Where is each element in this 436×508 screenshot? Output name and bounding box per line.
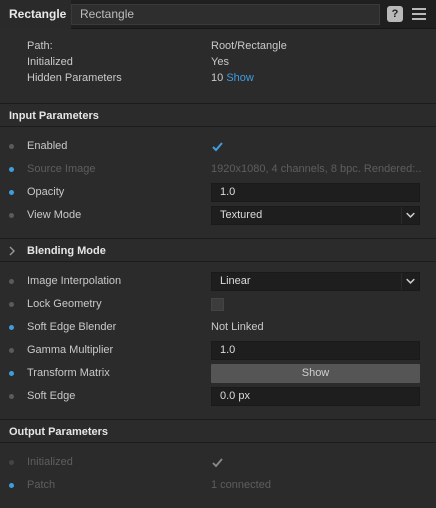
soft-edge-input[interactable]: 0.0 px [211, 387, 420, 406]
show-transform-button[interactable]: Show [211, 364, 420, 383]
section-title: Input Parameters [9, 110, 99, 122]
param-patch: Patch 1 connected [0, 474, 436, 497]
param-label: Soft Edge Blender [27, 321, 117, 333]
info-row-path: Path: Root/Rectangle [27, 40, 427, 56]
param-lock-geometry: Lock Geometry [0, 293, 436, 316]
port-dot[interactable] [9, 190, 14, 195]
info-row-hidden: Hidden Parameters 10 Show [27, 72, 427, 88]
interpolation-select[interactable]: Linear [211, 272, 420, 291]
section-title: Output Parameters [9, 426, 109, 438]
param-label: Source Image [27, 163, 96, 175]
hidden-count: 10 [211, 72, 224, 84]
info-row-initialized: Initialized Yes [27, 56, 427, 72]
param-label: Transform Matrix [27, 367, 110, 379]
param-enabled: Enabled [0, 135, 436, 158]
param-output-initialized: Initialized [0, 451, 436, 474]
chevron-down-icon[interactable] [401, 273, 419, 290]
hidden-parameters-label: Hidden Parameters [27, 72, 122, 84]
param-transform-matrix: Transform Matrix Show [0, 362, 436, 385]
select-value: Textured [220, 209, 263, 221]
param-label: Patch [27, 479, 56, 491]
port-dot[interactable] [9, 279, 14, 284]
gamma-input[interactable]: 1.0 [211, 341, 420, 360]
port-dot[interactable] [9, 371, 14, 376]
param-source-image: Source Image 1920x1080, 4 channels, 8 bp… [0, 158, 436, 181]
param-soft-edge-blender: Soft Edge Blender Not Linked [0, 316, 436, 339]
port-dot[interactable] [9, 302, 14, 307]
param-label: Lock Geometry [27, 298, 102, 310]
select-value: Linear [220, 275, 251, 287]
path-value: Root/Rectangle [211, 40, 287, 52]
port-dot[interactable] [9, 213, 14, 218]
param-soft-edge: Soft Edge 0.0 px [0, 385, 436, 408]
param-value: 1 connected [211, 479, 271, 491]
param-value: Not Linked [211, 321, 264, 333]
param-label: Enabled [27, 140, 68, 152]
help-icon[interactable]: ? [387, 6, 403, 22]
node-name-input[interactable]: Rectangle [71, 4, 380, 25]
checkmark-icon [212, 458, 223, 468]
view-mode-select[interactable]: Textured [211, 206, 420, 225]
param-value: 1920x1080, 4 channels, 8 bpc. Rendered:.… [211, 163, 421, 175]
param-label: Gamma Multiplier [27, 344, 114, 356]
port-dot[interactable] [9, 483, 14, 488]
param-opacity: Opacity 1.0 [0, 181, 436, 204]
node-info: Path: Root/Rectangle Initialized Yes Hid… [0, 30, 436, 102]
section-output-parameters[interactable]: Output Parameters [0, 419, 436, 443]
lock-geometry-checkbox[interactable] [211, 298, 224, 311]
port-dot[interactable] [9, 144, 14, 149]
param-image-interpolation: Image Interpolation Linear [0, 270, 436, 293]
port-dot[interactable] [9, 325, 14, 330]
section-title: Blending Mode [27, 245, 106, 257]
tab-rectangle[interactable]: Rectangle [0, 0, 71, 29]
port-dot[interactable] [9, 394, 14, 399]
hidden-parameters-value: 10 Show [211, 72, 254, 84]
opacity-input[interactable]: 1.0 [211, 183, 420, 202]
param-label: Soft Edge [27, 390, 76, 402]
initialized-value: Yes [211, 56, 229, 68]
chevron-down-icon[interactable] [401, 207, 419, 224]
param-label: Image Interpolation [27, 275, 122, 287]
checkmark-icon[interactable] [211, 140, 224, 153]
section-input-parameters[interactable]: Input Parameters [0, 103, 436, 127]
param-view-mode: View Mode Textured [0, 204, 436, 227]
port-dot[interactable] [9, 348, 14, 353]
section-blending-mode[interactable]: Blending Mode [0, 238, 436, 262]
port-dot[interactable] [9, 460, 14, 465]
path-label: Path: [27, 40, 53, 52]
param-gamma-multiplier: Gamma Multiplier 1.0 [0, 339, 436, 362]
initialized-label: Initialized [27, 56, 73, 68]
param-label: Initialized [27, 456, 73, 468]
show-hidden-link[interactable]: Show [226, 72, 254, 84]
port-dot[interactable] [9, 167, 14, 172]
chevron-right-icon[interactable] [8, 246, 16, 256]
param-label: Opacity [27, 186, 65, 198]
param-label: View Mode [27, 209, 82, 221]
inspector-header: Rectangle Rectangle ? [0, 0, 436, 29]
menu-icon[interactable] [412, 8, 426, 20]
